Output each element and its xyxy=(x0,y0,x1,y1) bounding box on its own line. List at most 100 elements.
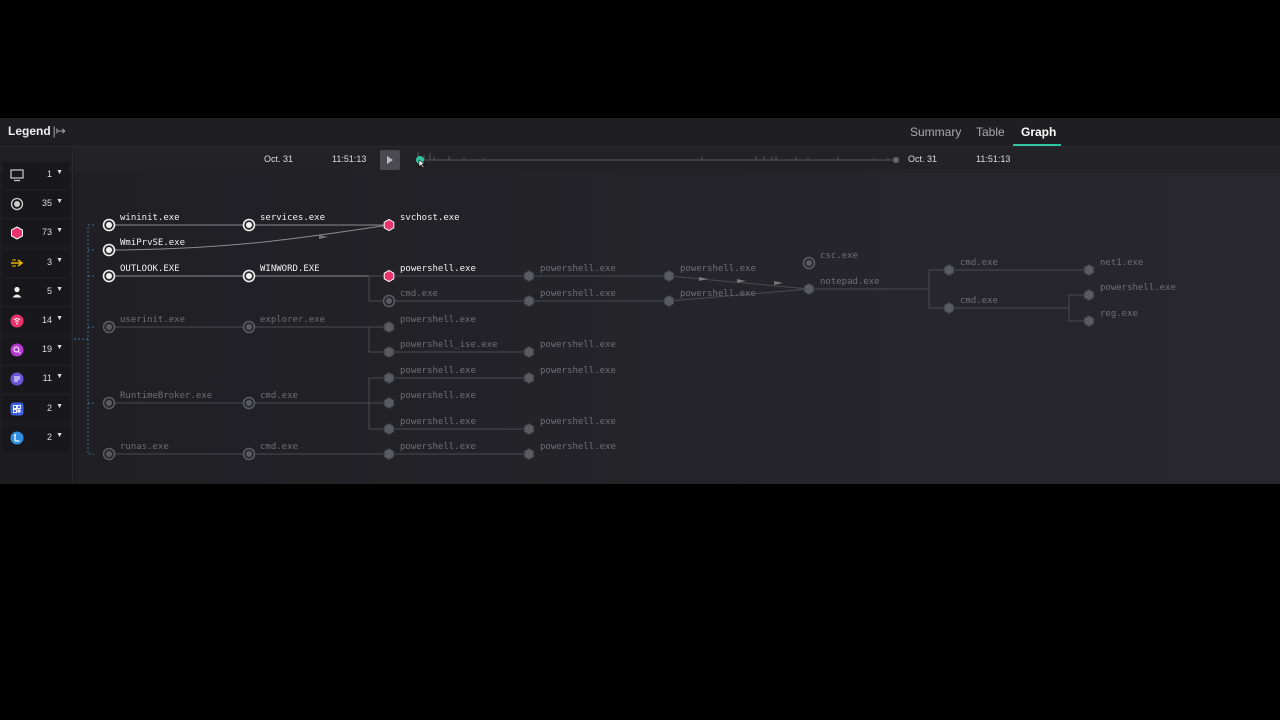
filter-count: 73 xyxy=(41,227,52,237)
process-node[interactable]: powershell.exe xyxy=(523,264,616,283)
connection-icon xyxy=(10,431,24,445)
process-hexagon-icon xyxy=(383,320,395,334)
filter-count: 11 xyxy=(42,373,52,383)
process-node[interactable]: net1.exe xyxy=(1083,258,1143,277)
play-icon[interactable] xyxy=(380,150,400,170)
process-node[interactable]: powershell.exe xyxy=(383,391,476,410)
process-node[interactable]: powershell.exe xyxy=(523,366,616,385)
process-node[interactable]: powershell.exe xyxy=(523,417,616,436)
chevron-down-icon[interactable]: ▼ xyxy=(56,432,63,439)
process-label: WmiPrvSE.exe xyxy=(120,238,185,248)
process-label: powershell.exe xyxy=(540,340,616,350)
chevron-down-icon[interactable]: ▼ xyxy=(56,169,63,176)
process-node[interactable]: wininit.exe xyxy=(102,213,180,232)
chevron-down-icon[interactable]: ▼ xyxy=(56,227,63,234)
filter-row[interactable]: 11 ▼ xyxy=(2,366,70,393)
chevron-down-icon[interactable]: ▼ xyxy=(56,286,63,293)
network-arrow-icon xyxy=(10,256,24,270)
process-node[interactable]: reg.exe xyxy=(1083,309,1138,328)
process-label: cmd.exe xyxy=(960,258,998,268)
process-graph[interactable]: wininit.exe services.exe svchost.exe WmiPrv… xyxy=(74,173,1280,484)
filter-row[interactable]: 19 ▼ xyxy=(2,337,70,364)
process-node[interactable]: powershell.exe xyxy=(523,289,616,308)
chevron-down-icon[interactable]: ▼ xyxy=(56,257,63,264)
filter-count: 3 xyxy=(46,257,52,267)
process-node[interactable]: powershell.exe xyxy=(523,442,616,461)
chevron-down-icon[interactable]: ▼ xyxy=(56,198,63,205)
process-node[interactable]: powershell.exe xyxy=(383,366,476,385)
legend-toggle[interactable]: Legend |↦ xyxy=(8,124,66,138)
filter-count: 14 xyxy=(41,315,52,325)
process-label: explorer.exe xyxy=(260,315,325,325)
filter-row[interactable]: 5 ▼ xyxy=(2,279,70,306)
filter-row[interactable]: 2 ▼ xyxy=(2,425,70,452)
process-hexagon-icon xyxy=(663,294,675,308)
graph-canvas[interactable]: wininit.exe services.exe svchost.exe WmiPrv… xyxy=(74,173,1280,484)
process-node[interactable]: userinit.exe xyxy=(102,315,186,334)
process-hexagon-icon xyxy=(943,263,955,277)
process-label: powershell.exe xyxy=(400,315,476,325)
process-hexagon-icon xyxy=(383,447,395,461)
process-node[interactable]: powershell.exe xyxy=(383,264,476,283)
alert-hexagon-icon xyxy=(10,226,24,240)
timeline-end-date: Oct. 31 xyxy=(908,154,938,164)
process-node[interactable]: explorer.exe xyxy=(242,315,326,334)
tab-table[interactable]: Table xyxy=(976,125,1005,139)
tab-graph[interactable]: Graph xyxy=(1021,125,1056,139)
process-node[interactable]: powershell.exe xyxy=(383,417,476,436)
legend-label: Legend xyxy=(8,124,51,138)
chevron-down-icon[interactable]: ▼ xyxy=(56,315,63,322)
chevron-down-icon[interactable]: ▼ xyxy=(56,373,63,380)
process-node[interactable]: powershell.exe xyxy=(383,315,476,334)
process-node[interactable]: cmd.exe xyxy=(943,258,998,277)
filter-row[interactable]: 2 ▼ xyxy=(2,396,70,423)
process-label: cmd.exe xyxy=(260,442,298,452)
process-node[interactable]: powershell.exe xyxy=(383,442,476,461)
process-node[interactable]: OUTLOOK.EXE xyxy=(102,264,180,283)
process-node[interactable]: powershell.exe xyxy=(523,340,616,359)
filter-row[interactable]: 73 ▼ xyxy=(2,220,70,247)
chevron-down-icon[interactable]: ▼ xyxy=(56,344,63,351)
timeline-bar: Oct. 31 11:51:13 Oct. 31 11:51:13 xyxy=(74,147,1280,173)
process-node[interactable]: WINWORD.EXE xyxy=(242,264,320,283)
process-node[interactable]: services.exe xyxy=(242,213,326,232)
filter-sidebar: 1 ▼ 35 ▼ 73 ▼ 3 ▼ 5 ▼ 14 ▼ 19 ▼ 11 ▼ 2 ▼ 2 ▼ xyxy=(0,147,73,484)
process-label: powershell.exe xyxy=(680,289,756,299)
process-node[interactable]: powershell.exe xyxy=(663,289,756,308)
process-node[interactable]: csc.exe xyxy=(802,251,858,270)
process-node[interactable]: cmd.exe xyxy=(943,296,998,315)
alert-hexagon-icon xyxy=(383,218,395,232)
process-label: powershell.exe xyxy=(540,264,616,274)
process-node[interactable]: cmd.exe xyxy=(242,442,298,461)
graph-edge xyxy=(249,402,389,430)
timeline-track[interactable] xyxy=(404,147,964,173)
process-label: powershell.exe xyxy=(680,264,756,274)
process-node[interactable]: cmd.exe xyxy=(242,391,298,410)
process-node[interactable]: runas.exe xyxy=(102,442,169,461)
chevron-down-icon[interactable]: ▼ xyxy=(56,403,63,410)
process-node[interactable]: powershell.exe xyxy=(1083,283,1176,302)
process-node[interactable]: powershell.exe xyxy=(663,264,756,283)
process-node[interactable]: svchost.exe xyxy=(383,213,460,232)
process-node[interactable]: notepad.exe xyxy=(803,277,880,296)
filter-row[interactable]: 1 ▼ xyxy=(2,162,70,189)
process-node[interactable]: WmiPrvSE.exe xyxy=(102,238,186,257)
filter-row[interactable]: 14 ▼ xyxy=(2,308,70,335)
process-core-dot xyxy=(246,273,252,279)
process-core-dot xyxy=(246,222,252,228)
filter-row[interactable]: 3 ▼ xyxy=(2,250,70,277)
tab-summary[interactable]: Summary xyxy=(910,125,961,139)
process-node[interactable]: cmd.exe xyxy=(382,289,438,308)
process-hexagon-icon xyxy=(803,282,815,296)
process-node[interactable]: powershell_ise.exe xyxy=(383,340,498,359)
process-core-dot xyxy=(106,451,112,457)
filter-row[interactable]: 35 ▼ xyxy=(2,191,70,218)
process-label: powershell.exe xyxy=(400,391,476,401)
process-label: powershell.exe xyxy=(400,366,476,376)
process-node[interactable]: RuntimeBroker.exe xyxy=(102,391,213,410)
root-connector xyxy=(74,224,94,455)
alert-hexagon-icon xyxy=(383,269,395,283)
timeline-start-time: 11:51:13 xyxy=(332,154,367,164)
process-core-dot xyxy=(386,298,392,304)
timeline-end-handle[interactable] xyxy=(893,157,899,163)
